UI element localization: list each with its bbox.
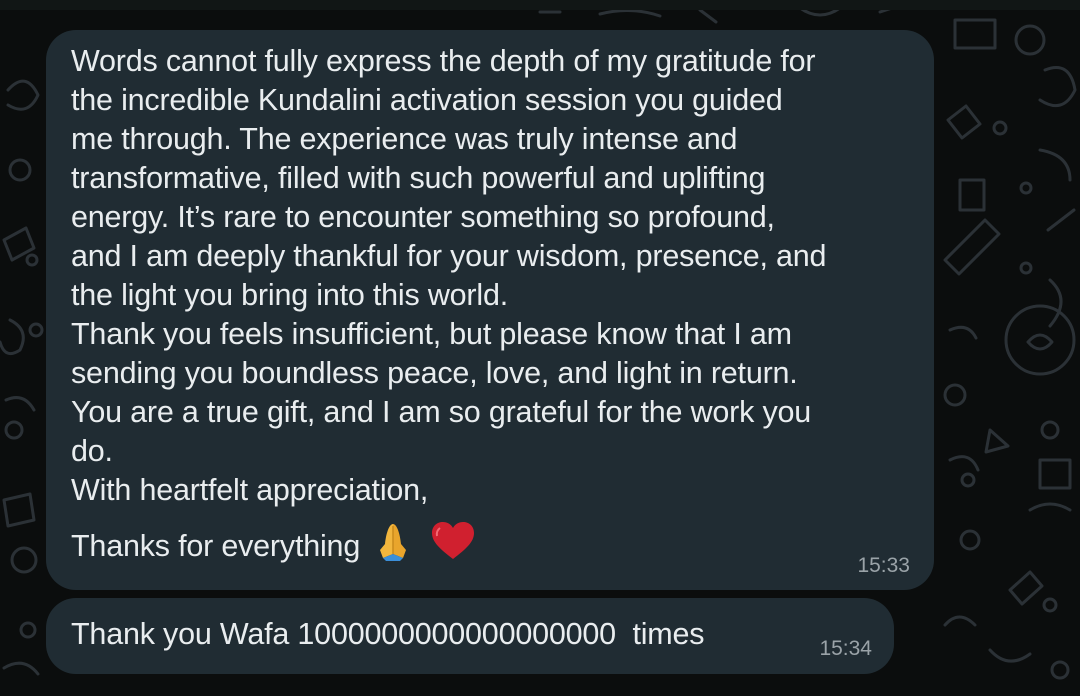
message-bubble[interactable]: Words cannot fully express the depth of … <box>46 30 934 590</box>
message-bubble[interactable]: Thank you Wafa 1000000000000000000 times… <box>46 598 894 674</box>
top-edge-bar <box>0 0 1080 10</box>
message-text: Words cannot fully express the depth of … <box>71 44 827 507</box>
folded-hands-icon <box>374 520 412 572</box>
heart-icon <box>430 521 476 571</box>
message-closing-line: Thanks for everything <box>71 520 476 572</box>
message-timestamp: 15:33 <box>857 554 910 577</box>
message-timestamp: 15:34 <box>819 637 872 660</box>
message-closing-text: Thanks for everything <box>71 529 361 563</box>
message-text: Thank you Wafa 1000000000000000000 times <box>71 617 705 651</box>
